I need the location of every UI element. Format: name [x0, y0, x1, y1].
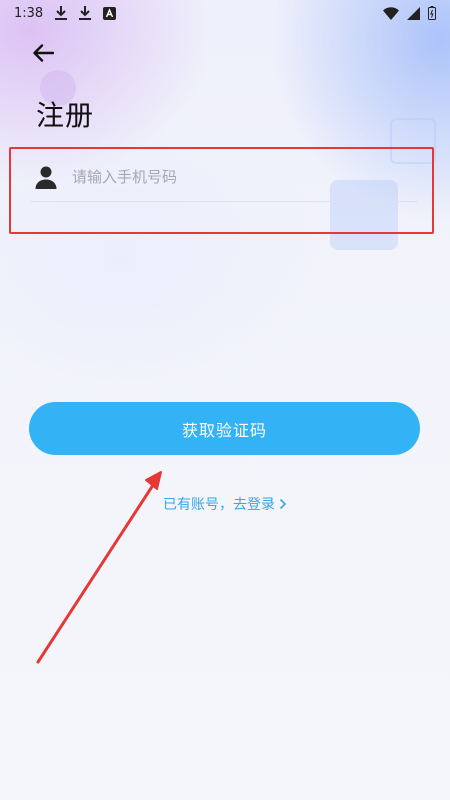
- page-title: 注册: [36, 99, 95, 132]
- status-bar: 1:38: [0, 0, 450, 26]
- phone-input[interactable]: [72, 167, 372, 186]
- get-code-button[interactable]: 获取验证码: [29, 402, 420, 455]
- download-icon: [79, 6, 92, 20]
- chevron-right-icon: [279, 498, 287, 510]
- battery-icon: [428, 6, 436, 20]
- arrow-left-icon: [32, 44, 54, 62]
- login-link[interactable]: 已有账号，去登录: [0, 494, 450, 514]
- back-button[interactable]: [28, 38, 58, 68]
- get-code-label: 获取验证码: [181, 420, 267, 440]
- signal-icon: [407, 6, 420, 20]
- download-icon: [55, 6, 68, 20]
- phone-field[interactable]: [30, 152, 418, 202]
- wifi-icon: [383, 6, 399, 20]
- user-icon: [34, 165, 58, 189]
- status-time: 1:38: [14, 5, 44, 21]
- app-store-icon: [103, 6, 117, 20]
- login-link-label: 已有账号，去登录: [163, 497, 275, 513]
